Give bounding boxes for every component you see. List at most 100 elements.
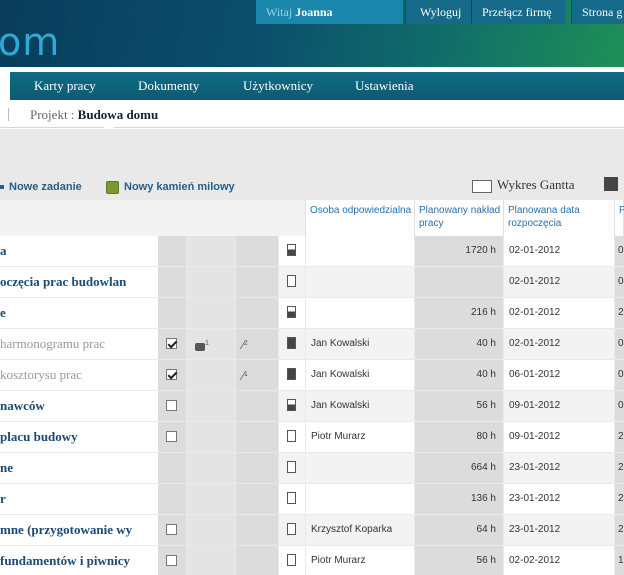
responsible-person: Piotr Murarz: [306, 546, 414, 575]
columns-icon[interactable]: [604, 177, 618, 191]
last-column-value: 0: [615, 391, 624, 421]
task-name[interactable]: ne: [0, 453, 158, 483]
done-cell: [158, 236, 186, 266]
planned-start-date: 02-01-2012: [504, 298, 614, 328]
comment-icon[interactable]: [195, 342, 205, 351]
document-icon[interactable]: [287, 554, 296, 567]
planned-hours: 64 h: [415, 515, 503, 545]
comment-count: 1: [205, 340, 209, 347]
milestone-icon: [106, 180, 119, 194]
attachments-cell: ∕1: [236, 360, 278, 390]
done-checkbox[interactable]: [166, 430, 177, 442]
table-row[interactable]: e 216 h 02-01-2012 2: [0, 298, 624, 329]
nav-item-documents[interactable]: Dokumenty: [138, 72, 199, 100]
comments-cell: [187, 546, 235, 575]
welcome-badge: Witaj Joanna: [255, 0, 403, 24]
document-icon[interactable]: [287, 244, 296, 257]
last-column-value: 0: [615, 360, 624, 390]
responsible-person: [306, 453, 414, 483]
last-column-value: 0: [615, 236, 624, 266]
done-cell: [158, 360, 186, 390]
done-checkbox[interactable]: [166, 523, 177, 535]
last-column-value: 1: [615, 546, 624, 575]
header-last[interactable]: P: [615, 200, 624, 236]
attachments-cell: [236, 422, 278, 452]
breadcrumb: Projekt : Budowa domu: [0, 100, 624, 128]
home-page-button[interactable]: Strona g: [571, 0, 624, 24]
comments-cell: [187, 267, 235, 297]
done-checkbox[interactable]: [166, 368, 177, 380]
task-name[interactable]: nawców: [0, 391, 158, 421]
last-column-value: 2: [615, 484, 624, 514]
table-row[interactable]: oczęcia prac budowlan 02-01-2012 0: [0, 267, 624, 298]
last-column-value: 2: [615, 422, 624, 452]
user-name: Joanna: [295, 5, 333, 19]
planned-hours: 216 h: [415, 298, 503, 328]
task-name[interactable]: harmonogramu prac: [0, 329, 158, 359]
document-icon[interactable]: [287, 430, 296, 443]
table-row[interactable]: kosztorysu prac ∕1 Jan Kowalski 40 h 06-01-2…: [0, 360, 624, 391]
done-cell: [158, 453, 186, 483]
done-checkbox[interactable]: [166, 399, 177, 411]
attachment-count: 1: [243, 371, 248, 378]
new-milestone-label: Nowy kamień milowy: [124, 181, 235, 193]
document-icon[interactable]: [287, 306, 296, 319]
document-icon[interactable]: [287, 399, 296, 412]
task-name[interactable]: a: [0, 236, 158, 266]
gantt-chart-button[interactable]: Wykres Gantta: [472, 176, 575, 194]
comments-cell: [187, 515, 235, 545]
header-person[interactable]: Osoba odpowiedzialna: [306, 200, 415, 236]
task-name[interactable]: r: [0, 484, 158, 514]
document-cell: [279, 236, 305, 266]
attachments-cell: [236, 546, 278, 575]
task-name[interactable]: fundamentów i piwnicy: [0, 546, 158, 575]
done-checkbox[interactable]: [166, 554, 177, 566]
comments-cell: [187, 453, 235, 483]
header-start-date[interactable]: Planowana data rozpoczęcia: [504, 200, 615, 236]
planned-start-date: 02-02-2012: [504, 546, 614, 575]
comments-cell: [187, 484, 235, 514]
table-row[interactable]: a 1720 h 02-01-2012 0: [0, 236, 624, 267]
new-task-button[interactable]: Nowe zadanie: [0, 178, 82, 196]
welcome-prefix: Witaj: [266, 5, 293, 19]
table-row[interactable]: nawców Jan Kowalski 56 h 09-01-2012 0: [0, 391, 624, 422]
task-name[interactable]: kosztorysu prac: [0, 360, 158, 390]
nav-item-work-cards[interactable]: Karty pracy: [34, 72, 96, 100]
document-icon[interactable]: [287, 461, 296, 474]
table-row[interactable]: placu budowy Piotr Murarz 80 h 09-01-2012 2: [0, 422, 624, 453]
header-hours[interactable]: Planowany nakład pracy: [415, 200, 504, 236]
last-column-value: 0: [615, 329, 624, 359]
table-row[interactable]: fundamentów i piwnicy Piotr Murarz 56 h 02-…: [0, 546, 624, 575]
document-icon[interactable]: [287, 368, 296, 381]
document-icon[interactable]: [287, 492, 296, 505]
task-name[interactable]: oczęcia prac budowlan: [0, 267, 158, 297]
responsible-person: Piotr Murarz: [306, 422, 414, 452]
app-logo: om: [0, 20, 61, 64]
attachment-count: 2: [243, 340, 248, 347]
comments-cell: [187, 422, 235, 452]
table-row[interactable]: harmonogramu prac 1 ∕2 Jan Kowalski 40 h 02-0…: [0, 329, 624, 360]
attachments-cell: [236, 236, 278, 266]
table-row[interactable]: ne 664 h 23-01-2012 2: [0, 453, 624, 484]
nav-item-settings[interactable]: Ustawienia: [355, 72, 413, 100]
breadcrumb-value[interactable]: Budowa domu: [78, 107, 159, 122]
document-icon[interactable]: [287, 337, 296, 350]
logout-button[interactable]: Wyloguj: [405, 0, 471, 24]
nav-active-tab[interactable]: [0, 72, 10, 100]
responsible-person: Jan Kowalski: [306, 329, 414, 359]
breadcrumb-divider: [8, 108, 9, 121]
table-row[interactable]: r 136 h 23-01-2012 2: [0, 484, 624, 515]
task-name[interactable]: e: [0, 298, 158, 328]
nav-item-users[interactable]: Użytkownicy: [243, 72, 313, 100]
document-cell: [279, 453, 305, 483]
document-icon[interactable]: [287, 523, 296, 536]
task-name[interactable]: placu budowy: [0, 422, 158, 452]
comments-cell: [187, 360, 235, 390]
new-milestone-button[interactable]: Nowy kamień milowy: [106, 178, 235, 196]
task-name[interactable]: mne (przygotowanie wy: [0, 515, 158, 545]
switch-company-button[interactable]: Przełącz firmę: [471, 0, 565, 24]
table-row[interactable]: mne (przygotowanie wy Krzysztof Koparka 64…: [0, 515, 624, 546]
planned-hours: 80 h: [415, 422, 503, 452]
document-icon[interactable]: [287, 275, 296, 288]
done-checkbox[interactable]: [166, 337, 177, 349]
